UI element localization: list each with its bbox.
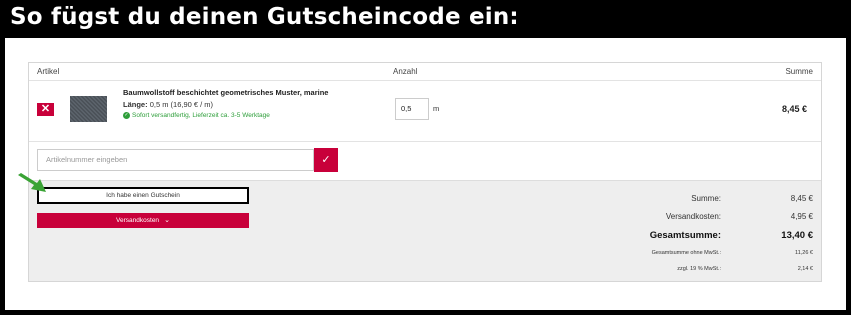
product-length: Länge: 0,5 m (16,90 € / m) — [123, 100, 213, 109]
net-total-value: 11,26 € — [795, 250, 813, 256]
total-label: Gesamtsumme: — [649, 230, 721, 241]
arrow-icon — [18, 173, 46, 192]
cart-table: Artikel Anzahl Summe ✕ Baumwollstoff bes… — [28, 62, 822, 282]
check-circle-icon: ✓ — [123, 112, 130, 119]
vat-label: zzgl. 19 % MwSt.: — [677, 266, 721, 272]
column-header-article: Artikel — [37, 67, 60, 76]
item-price: 8,45 € — [781, 104, 807, 114]
length-label: Länge: — [123, 100, 148, 109]
close-icon: ✕ — [40, 103, 51, 115]
article-number-input[interactable]: Artikelnummer eingeben — [37, 149, 314, 171]
chevron-down-icon: ⌄ — [164, 217, 170, 224]
checkmark-icon: ✓ — [321, 154, 331, 166]
length-value: 0,5 m (16,90 € / m) — [149, 100, 214, 109]
net-total-label: Gesamtsumme ohne MwSt.: — [651, 250, 721, 256]
quantity-unit: m — [433, 104, 440, 113]
vat-value: 2,14 € — [797, 266, 813, 272]
product-thumbnail[interactable] — [70, 96, 107, 122]
row-divider — [29, 141, 821, 142]
sum-value: 8,45 € — [790, 194, 813, 203]
sum-label: Summe: — [691, 194, 721, 203]
shipping-label: Versandkosten: — [665, 212, 721, 221]
article-submit-button[interactable]: ✓ — [314, 148, 338, 172]
shipping-value: 4,95 € — [790, 212, 813, 221]
banner-title: So fügst du deinen Gutscheincode ein: — [10, 4, 519, 30]
product-name[interactable]: Baumwollstoff beschichtet geometrisches … — [123, 88, 328, 97]
summary-area: Ich habe einen Gutschein Versandkosten ⌄ … — [29, 180, 821, 281]
shipping-costs-label: Versandkosten — [116, 217, 160, 224]
total-value: 13,40 € — [781, 230, 813, 241]
header-divider — [29, 80, 821, 81]
shipping-costs-button[interactable]: Versandkosten ⌄ — [37, 213, 249, 228]
coupon-button[interactable]: Ich habe einen Gutschein — [37, 187, 249, 204]
column-header-quantity: Anzahl — [393, 67, 418, 76]
availability-status: ✓ Sofort versandfertig, Lieferzeit ca. 3-… — [123, 112, 270, 119]
remove-item-button[interactable]: ✕ — [37, 103, 54, 116]
quantity-input[interactable]: 0,5 — [395, 98, 429, 120]
column-header-sum: Summe — [785, 67, 813, 76]
availability-text: Sofort versandfertig, Lieferzeit ca. 3-5… — [132, 112, 270, 120]
